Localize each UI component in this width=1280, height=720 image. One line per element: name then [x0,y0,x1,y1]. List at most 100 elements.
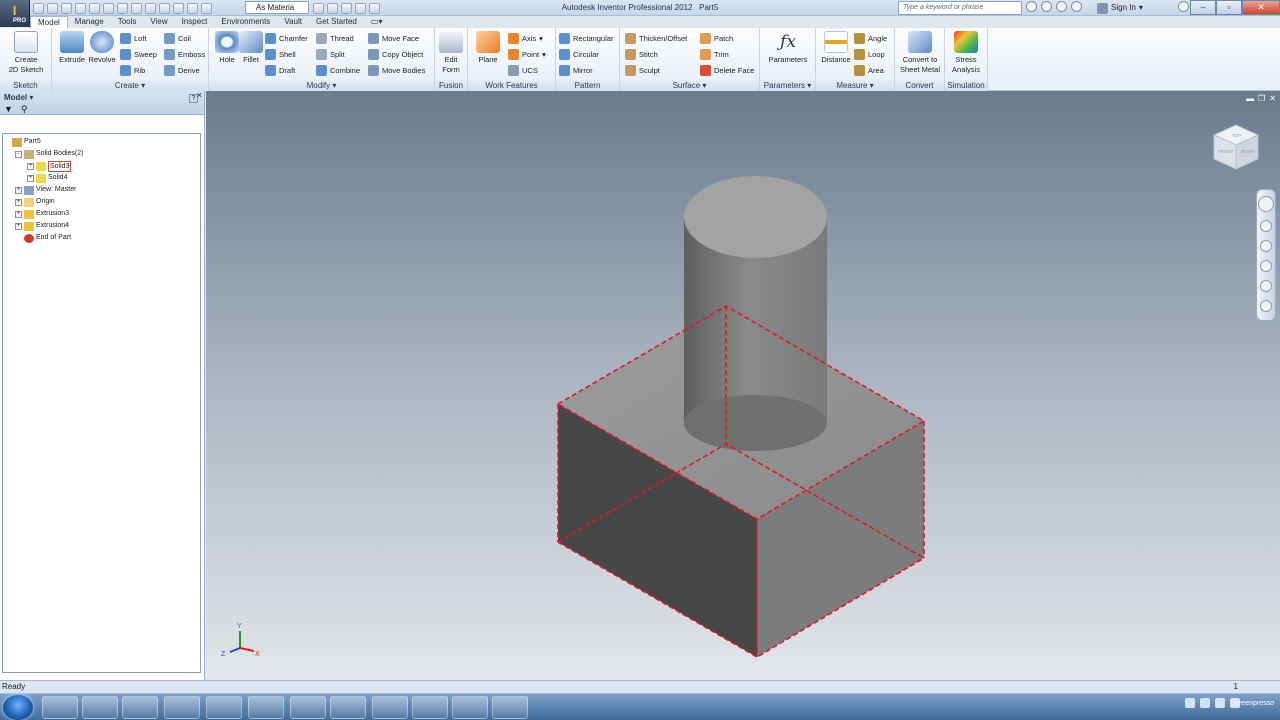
thread-button[interactable]: Thread [316,31,354,45]
measure-icon[interactable] [327,2,338,14]
model-scene[interactable]: Y X Z [206,91,1280,680]
tree-node[interactable]: + Solid4 [3,172,200,184]
tray-network-icon[interactable] [1200,698,1210,708]
panel-label-modify[interactable]: Modify ▾ [209,80,434,91]
skype-icon[interactable] [290,696,326,719]
delete-face-button[interactable]: Delete Face [700,63,754,77]
vault-icon[interactable] [330,696,366,719]
loop-button[interactable]: Loop [854,47,885,61]
inventor-taskbar-icon[interactable] [412,696,448,719]
more-icon[interactable] [369,2,380,14]
expand-icon[interactable]: + [27,162,34,170]
rectangular-button[interactable]: Rectangular [559,31,613,45]
open-icon[interactable] [47,2,58,14]
expand-icon[interactable]: + [27,174,34,182]
customize-icon[interactable] [355,2,366,14]
mirror-button[interactable]: Mirror [559,63,593,77]
edit-form-button[interactable]: Edit Form [433,30,469,75]
binoculars-icon[interactable] [1026,1,1037,12]
stress-analysis-button[interactable]: Stress Analysis [948,30,984,75]
calculator-icon[interactable] [452,696,488,719]
filter-icon[interactable]: ▼ [4,104,13,115]
patch-button[interactable]: Patch [700,31,733,45]
keyword-search-input[interactable]: Type a keyword or phrase [898,1,1022,15]
chamfer-button[interactable]: Chamfer [265,31,308,45]
sign-in-button[interactable]: Sign In ▾ [1097,1,1143,15]
axis-button[interactable]: Axis ▾ [508,31,543,45]
pinned-app-icon[interactable] [82,696,118,719]
sketch-icon[interactable] [173,2,184,14]
tree-node[interactable]: + View: Master [3,184,200,196]
start-button[interactable] [3,695,33,720]
communication-icon[interactable] [1056,1,1067,12]
rib-button[interactable]: Rib [120,63,145,77]
orbit-icon[interactable] [1260,260,1272,272]
browser-close-icon[interactable]: × [197,90,202,100]
move-face-button[interactable]: Move Face [368,31,419,45]
combine-button[interactable]: Combine [316,63,360,77]
camtasia-icon[interactable] [372,696,408,719]
explorer-folder-icon[interactable] [122,696,158,719]
solid-cylinder[interactable] [684,176,827,451]
loft-button[interactable]: Loft [120,31,147,45]
project-icon[interactable] [187,2,198,14]
stitch-button[interactable]: Stitch [625,47,658,61]
tab-environments[interactable]: Environments [214,16,277,28]
derive-button[interactable]: Derive [164,63,200,77]
panel-label-measure[interactable]: Measure ▾ [816,80,894,91]
move-bodies-button[interactable]: Move Bodies [368,63,425,77]
color-override-icon[interactable] [201,2,212,14]
tab-get-started[interactable]: Get Started [309,16,364,28]
notes-icon[interactable] [492,696,528,719]
cylinder-top-face[interactable] [684,176,827,258]
favorites-icon[interactable] [1071,1,1082,12]
outlook-icon[interactable] [248,696,284,719]
thicken-offset-button[interactable]: Thicken/Offset [625,31,687,45]
redo-icon[interactable] [89,2,100,14]
collapse-icon[interactable]: - [15,150,22,158]
find-icon[interactable]: ⚲ [21,104,28,115]
internet-explorer-icon[interactable] [42,696,78,719]
acrobat-icon[interactable] [206,696,242,719]
help-icon[interactable] [1178,1,1189,12]
new-icon[interactable] [33,2,44,14]
tree-node[interactable]: End of Part [3,232,200,244]
parameters-button[interactable]: ƒx Parameters [766,30,810,65]
trim-button[interactable]: Trim [700,47,729,61]
panel-label-parameters[interactable]: Parameters ▾ [760,80,815,91]
graphics-viewport[interactable]: ▬ ❐ ✕ Y X Z TOP FRONT RIGHT [206,91,1280,680]
material-dropdown[interactable]: As Materia [245,1,309,14]
tree-node[interactable]: + Origin [3,196,200,208]
ucs-button[interactable]: UCS [508,63,538,77]
panel-label-create[interactable]: Create ▾ [52,80,208,91]
close-button[interactable]: ✕ [1242,0,1280,15]
update-icon[interactable] [131,2,142,14]
point-button[interactable]: Point ▾ [508,47,546,61]
draft-button[interactable]: Draft [265,63,295,77]
emboss-button[interactable]: Emboss [164,47,205,61]
return-icon[interactable] [159,2,170,14]
tab-vault[interactable]: Vault [277,16,309,28]
expand-icon[interactable]: + [15,186,22,194]
plane-button[interactable]: Plane [470,30,506,65]
application-menu-button[interactable]: I PRO [0,0,30,27]
zoom-icon[interactable] [1260,240,1272,252]
expand-icon[interactable]: + [15,222,22,230]
maximize-button[interactable]: ▫ [1216,0,1242,15]
pan-icon[interactable] [1260,220,1272,232]
navbar-options-icon[interactable] [1260,300,1272,312]
panel-label-surface[interactable]: Surface ▾ [620,80,759,91]
viewcube[interactable]: TOP FRONT RIGHT [1208,119,1264,175]
fillet-button[interactable]: Fillet [233,30,269,65]
tab-tools[interactable]: Tools [111,16,144,28]
tab-manage[interactable]: Manage [68,16,111,28]
home-icon[interactable] [103,2,114,14]
tab-view[interactable]: View [143,16,174,28]
circular-button[interactable]: Circular [559,47,599,61]
tree-node[interactable]: Part5 [3,136,200,148]
area-button[interactable]: Area [854,63,884,77]
tree-node[interactable]: + Extrusion4 [3,220,200,232]
select-icon[interactable] [145,2,156,14]
tree-node[interactable]: + Solid3 [3,160,200,172]
tab-inspect[interactable]: Inspect [175,16,215,28]
